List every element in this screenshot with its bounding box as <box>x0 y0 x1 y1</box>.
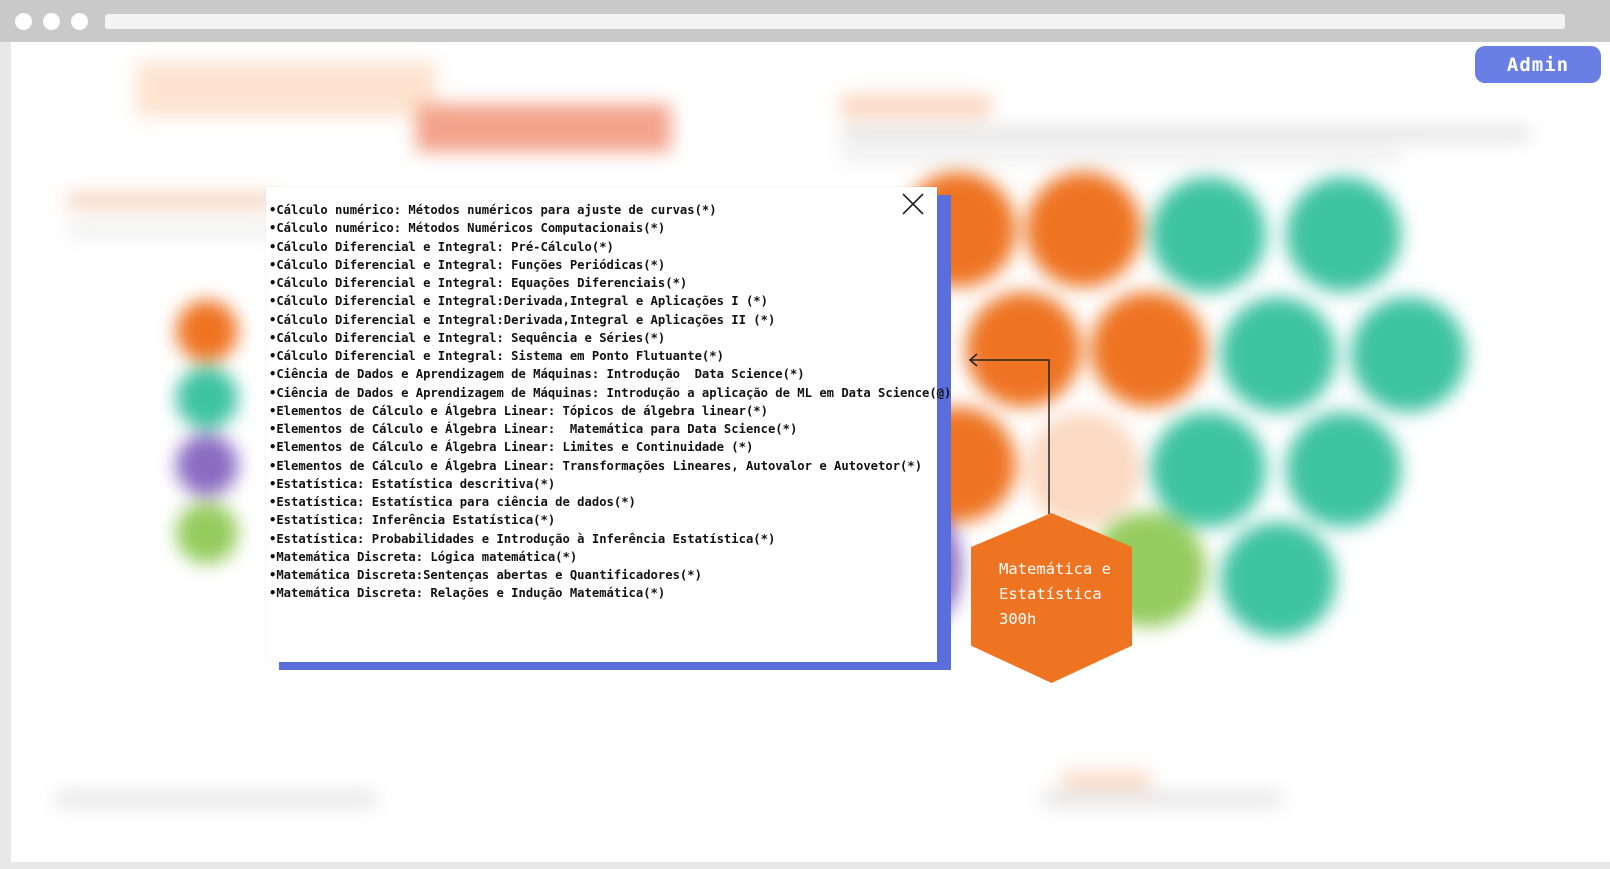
browser-toolbar <box>0 0 1610 42</box>
hexagon-title-line2: Estatística <box>999 585 1102 603</box>
hexagon-title-line1: Matemática e <box>999 560 1111 578</box>
course-list-item: Cálculo numérico: Métodos Numéricos Comp… <box>269 219 951 237</box>
bg-legend-dot-purple <box>176 434 238 496</box>
bg-logo-block <box>136 62 436 117</box>
course-list-item: Estatística: Inferência Estatística(*) <box>269 511 951 529</box>
course-list-item: Elementos de Cálculo e Álgebra Linear: T… <box>269 457 951 475</box>
course-list-item: Cálculo Diferencial e Integral:Derivada,… <box>269 311 951 329</box>
bg-text-line <box>66 224 276 236</box>
window-maximize-dot[interactable] <box>71 13 88 30</box>
bg-hex-teal <box>1151 177 1266 292</box>
admin-button[interactable]: Admin <box>1475 46 1601 83</box>
course-list-modal: Cálculo numérico: Métodos numéricos para… <box>266 187 951 662</box>
address-bar[interactable] <box>105 14 1565 29</box>
bg-hex-orange <box>1091 292 1206 407</box>
course-list: Cálculo numérico: Métodos numéricos para… <box>269 201 951 603</box>
hexagon-label: Matemática e Estatística 300h <box>999 557 1129 632</box>
course-list-item: Estatística: Probabilidades e Introdução… <box>269 530 951 548</box>
course-list-item: Elementos de Cálculo e Álgebra Linear: T… <box>269 402 951 420</box>
window-close-dot[interactable] <box>15 13 32 30</box>
course-list-item: Cálculo Diferencial e Integral: Equações… <box>269 274 951 292</box>
bg-hex-teal <box>1286 177 1401 292</box>
bg-legend-dot-green <box>176 502 238 564</box>
course-list-item: Cálculo numérico: Métodos numéricos para… <box>269 201 951 219</box>
hexagon-hours: 300h <box>999 610 1037 628</box>
window-frame-left <box>0 42 11 869</box>
course-list-item: Cálculo Diferencial e Integral: Pré-Cálc… <box>269 238 951 256</box>
window-minimize-dot[interactable] <box>43 13 60 30</box>
bg-legend-dot-teal <box>176 367 238 429</box>
bg-hex-teal <box>1151 412 1266 527</box>
course-list-item: Matemática Discreta: Lógica matemática(*… <box>269 548 951 566</box>
bg-footer-line <box>1041 792 1281 806</box>
bg-text-line <box>66 192 276 210</box>
bg-footer-line <box>1061 772 1151 788</box>
bg-heading-block <box>416 104 671 152</box>
bg-hex-teal <box>1286 412 1401 527</box>
course-list-item: Cálculo Diferencial e Integral: Funções … <box>269 256 951 274</box>
course-list-item: Cálculo Diferencial e Integral: Sistema … <box>269 347 951 365</box>
course-list-item: Matemática Discreta:Sentenças abertas e … <box>269 566 951 584</box>
bg-hex-teal <box>1221 297 1336 412</box>
course-list-item: Cálculo Diferencial e Integral: Sequênci… <box>269 329 951 347</box>
course-list-item: Matemática Discreta: Relações e Indução … <box>269 584 951 602</box>
bg-hex-teal <box>1351 297 1466 412</box>
bg-text-line <box>841 127 1531 141</box>
course-list-item: Elementos de Cálculo e Álgebra Linear: M… <box>269 420 951 438</box>
bg-subtitle-block <box>841 94 991 118</box>
bg-hex-orange <box>1026 172 1141 287</box>
bg-legend-dot-orange <box>176 300 238 362</box>
arrow-left-icon <box>968 353 1050 514</box>
window-frame-bottom <box>0 862 1610 869</box>
bg-text-line <box>841 150 1401 162</box>
course-list-item: Elementos de Cálculo e Álgebra Linear: L… <box>269 438 951 456</box>
course-list-item: Ciência de Dados e Aprendizagem de Máqui… <box>269 365 951 383</box>
bg-hex-teal <box>1221 522 1336 637</box>
course-list-item: Ciência de Dados e Aprendizagem de Máqui… <box>269 384 951 402</box>
course-list-item: Cálculo Diferencial e Integral:Derivada,… <box>269 292 951 310</box>
course-list-item: Estatística: Estatística descritiva(*) <box>269 475 951 493</box>
bg-footer-line <box>56 792 376 806</box>
course-list-item: Estatística: Estatística para ciência de… <box>269 493 951 511</box>
